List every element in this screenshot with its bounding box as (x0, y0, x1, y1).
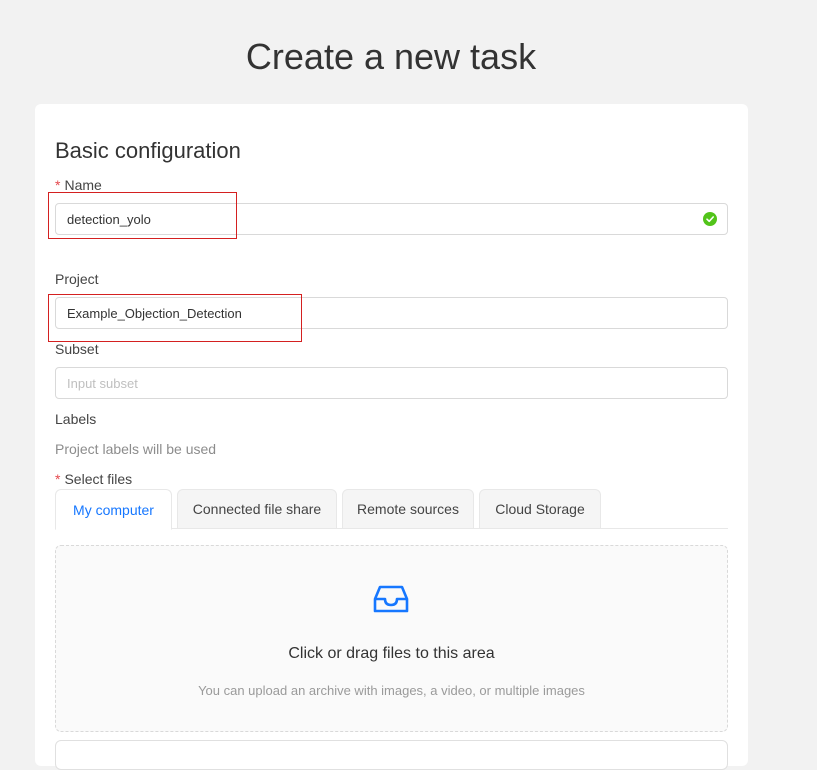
select-files-label: * Select files (55, 471, 133, 487)
subset-placeholder: Input subset (67, 375, 138, 391)
tab-connected-file-share[interactable]: Connected file share (177, 489, 337, 529)
tab-cloud-storage[interactable]: Cloud Storage (479, 489, 601, 529)
labels-label: Labels (55, 411, 97, 427)
project-select[interactable]: Example_Objection_Detection (55, 297, 728, 329)
tab-my-computer[interactable]: My computer (55, 489, 172, 530)
basic-configuration-card: Basic configuration * Name detection_yolo… (35, 104, 748, 770)
required-marker: * (55, 471, 61, 487)
page-title: Create a new task (245, 36, 537, 77)
subset-label: Subset (55, 341, 99, 357)
tab-remote-sources[interactable]: Remote sources (342, 489, 474, 529)
project-value: Example_Objection_Detection (67, 305, 242, 321)
name-value: detection_yolo (67, 211, 151, 227)
file-source-tabs: My computer Connected file share Remote … (55, 489, 728, 530)
required-marker: * (55, 177, 61, 193)
section-title: Basic configuration (55, 138, 241, 163)
subset-input[interactable]: Input subset (55, 367, 728, 399)
name-label: * Name (55, 177, 102, 193)
name-input[interactable]: detection_yolo (55, 203, 728, 235)
project-label: Project (55, 271, 99, 287)
check-circle-icon (703, 212, 717, 226)
dropzone-hint: You can upload an archive with images, a… (198, 683, 585, 698)
inbox-icon (372, 579, 410, 622)
labels-hint: Project labels will be used (55, 441, 217, 457)
dropzone-text: Click or drag files to this area (288, 645, 495, 662)
file-dropzone[interactable]: Click or drag files to this area You can… (55, 545, 728, 732)
